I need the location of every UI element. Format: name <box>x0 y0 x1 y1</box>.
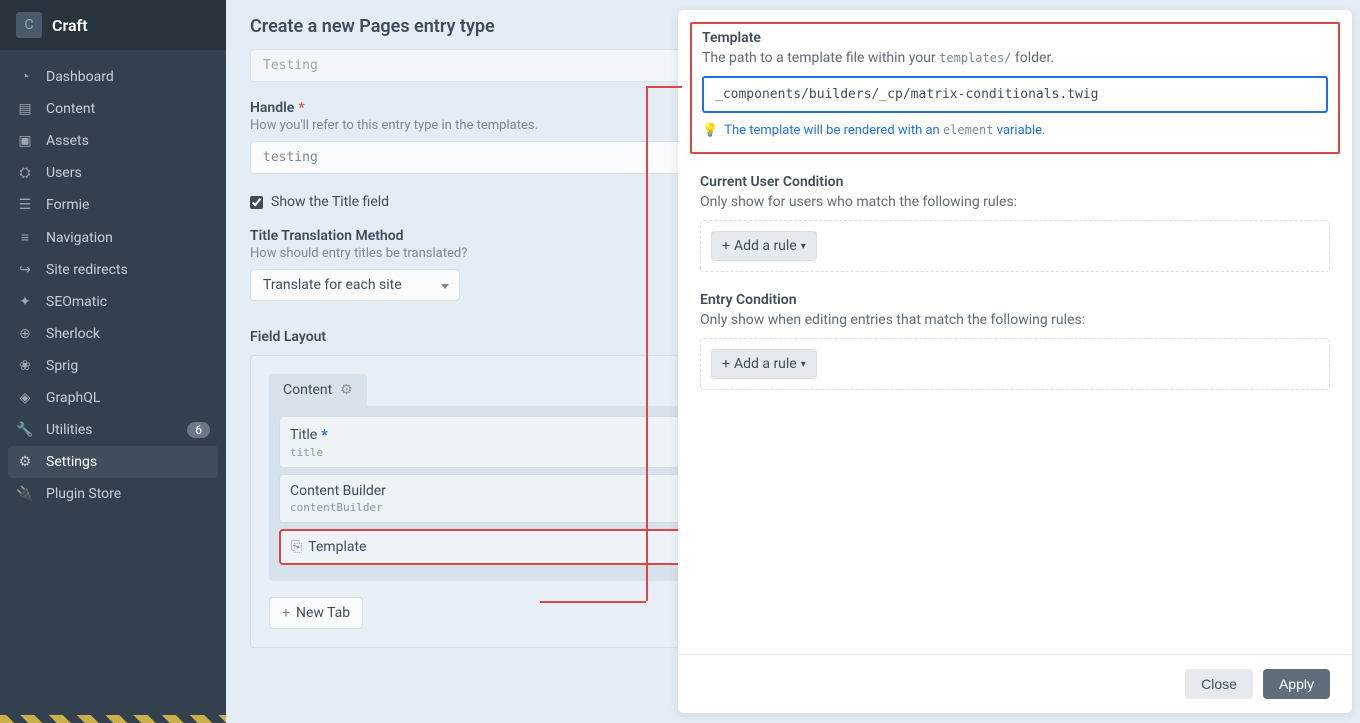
form-icon: ☰ <box>16 197 34 213</box>
sidebar-item-label: Settings <box>46 454 97 470</box>
panel-footer: Close Apply <box>678 654 1352 713</box>
wrench-icon: 🔧 <box>16 422 34 438</box>
entry-condition-block: Entry Condition Only show when editing e… <box>700 292 1330 390</box>
sidebar-item-navigation[interactable]: ≡ Navigation <box>0 221 226 254</box>
new-tab-label: New Tab <box>296 605 350 621</box>
gear-icon[interactable]: ⚙ <box>340 382 353 398</box>
annotation-connector <box>540 601 646 603</box>
field-name: Title* <box>290 425 328 444</box>
sidebar-item-plugin-store[interactable]: 🔌 Plugin Store <box>0 478 226 510</box>
leaf-icon: ❀ <box>16 358 34 374</box>
sidebar-item-label: Sherlock <box>46 326 100 342</box>
template-path-input[interactable] <box>702 76 1328 113</box>
sidebar-item-redirects[interactable]: ↪ Site redirects <box>0 254 226 286</box>
add-rule-label: Add a rule <box>734 238 797 254</box>
gauge-icon: ◔ <box>16 68 34 85</box>
field-name: Content Builder <box>290 483 386 499</box>
add-user-rule-button[interactable]: + Add a rule ▾ <box>711 231 817 261</box>
sidebar-item-dashboard[interactable]: ◔ Dashboard <box>0 60 226 93</box>
sidebar-item-seomatic[interactable]: ✦ SEOmatic <box>0 286 226 318</box>
gear-icon: ⚙ <box>16 454 34 470</box>
plug-icon: 🔌 <box>16 486 34 502</box>
field-handle: title <box>290 446 328 459</box>
annotation-connector <box>646 86 682 88</box>
settings-panel: Template The path to a template file wit… <box>678 10 1352 713</box>
user-condition-block: Current User Condition Only show for use… <box>700 174 1330 272</box>
app-logo[interactable]: C <box>16 12 42 38</box>
sidebar-item-label: GraphQL <box>46 390 100 406</box>
sidebar-item-label: Plugin Store <box>46 486 121 502</box>
sidebar-header: C Craft <box>0 0 226 50</box>
sidebar-item-label: Assets <box>46 133 89 149</box>
close-button[interactable]: Close <box>1185 669 1253 699</box>
image-icon: ▣ <box>16 133 34 149</box>
template-desc: The path to a template file within your … <box>702 50 1328 66</box>
sidebar-item-assets[interactable]: ▣ Assets <box>0 125 226 157</box>
plus-icon: + <box>722 356 730 372</box>
nav-icon: ≡ <box>16 229 34 246</box>
app-name: Craft <box>52 16 88 35</box>
add-rule-label: Add a rule <box>734 356 797 372</box>
show-title-checkbox[interactable] <box>250 196 263 209</box>
sidebar-item-sprig[interactable]: ❀ Sprig <box>0 350 226 382</box>
sidebar-item-label: Utilities <box>46 422 93 438</box>
newspaper-icon: ▤ <box>16 101 34 117</box>
layout-tab-label: Content <box>283 382 332 398</box>
lightbulb-icon: 💡 <box>702 123 718 138</box>
sidebar-nav: ◔ Dashboard ▤ Content ▣ Assets ⛭ Users ☰ Form… <box>0 50 226 510</box>
sidebar-footer-stripe <box>0 715 226 723</box>
globe-icon: ⊕ <box>16 326 34 342</box>
plus-icon: + <box>282 605 290 621</box>
users-icon: ⛭ <box>16 165 34 181</box>
sidebar-item-label: SEOmatic <box>46 294 107 310</box>
field-handle: contentBuilder <box>290 501 386 514</box>
sidebar-item-formie[interactable]: ☰ Formie <box>0 189 226 221</box>
apply-button[interactable]: Apply <box>1263 669 1330 699</box>
ttm-select[interactable]: Translate for each site <box>250 269 460 301</box>
sidebar-item-label: Navigation <box>46 230 113 246</box>
sidebar-item-settings[interactable]: ⚙ Settings <box>8 446 218 478</box>
field-name: ⎘Template <box>291 539 366 555</box>
add-entry-rule-button[interactable]: + Add a rule ▾ <box>711 349 817 379</box>
sidebar-item-label: Sprig <box>46 358 78 374</box>
template-icon: ⎘ <box>291 539 302 555</box>
sidebar-item-sherlock[interactable]: ⊕ Sherlock <box>0 318 226 350</box>
sidebar-item-label: Formie <box>46 197 89 213</box>
chevron-down-icon: ▾ <box>801 359 806 370</box>
redirect-icon: ↪ <box>16 262 34 278</box>
layout-tab[interactable]: Content ⚙ <box>269 374 367 406</box>
utilities-badge: 6 <box>187 422 210 438</box>
seo-icon: ✦ <box>16 294 34 310</box>
sidebar-item-content[interactable]: ▤ Content <box>0 93 226 125</box>
chevron-down-icon: ▾ <box>801 241 806 252</box>
sidebar-item-graphql[interactable]: ◈ GraphQL <box>0 382 226 414</box>
template-label: Template <box>702 30 1328 46</box>
plus-icon: + <box>722 238 730 254</box>
template-tip: 💡 The template will be rendered with an … <box>702 123 1328 138</box>
new-tab-button[interactable]: + New Tab <box>269 597 363 629</box>
show-title-label: Show the Title field <box>271 194 389 210</box>
entry-condition-rules: + Add a rule ▾ <box>700 338 1330 390</box>
sidebar-item-label: Users <box>46 165 82 181</box>
sidebar-item-utilities[interactable]: 🔧 Utilities 6 <box>0 414 226 446</box>
graphql-icon: ◈ <box>16 390 34 406</box>
sidebar-item-label: Content <box>46 101 95 117</box>
user-condition-label: Current User Condition <box>700 174 1330 190</box>
user-condition-desc: Only show for users who match the follow… <box>700 194 1330 210</box>
sidebar-item-users[interactable]: ⛭ Users <box>0 157 226 189</box>
entry-condition-desc: Only show when editing entries that matc… <box>700 312 1330 328</box>
template-setting-highlight: Template The path to a template file wit… <box>690 22 1340 154</box>
sidebar: C Craft ◔ Dashboard ▤ Content ▣ Assets ⛭ Use… <box>0 0 226 723</box>
sidebar-item-label: Site redirects <box>46 262 128 278</box>
annotation-connector <box>646 86 648 601</box>
user-condition-rules: + Add a rule ▾ <box>700 220 1330 272</box>
sidebar-item-label: Dashboard <box>46 69 114 85</box>
entry-condition-label: Entry Condition <box>700 292 1330 308</box>
